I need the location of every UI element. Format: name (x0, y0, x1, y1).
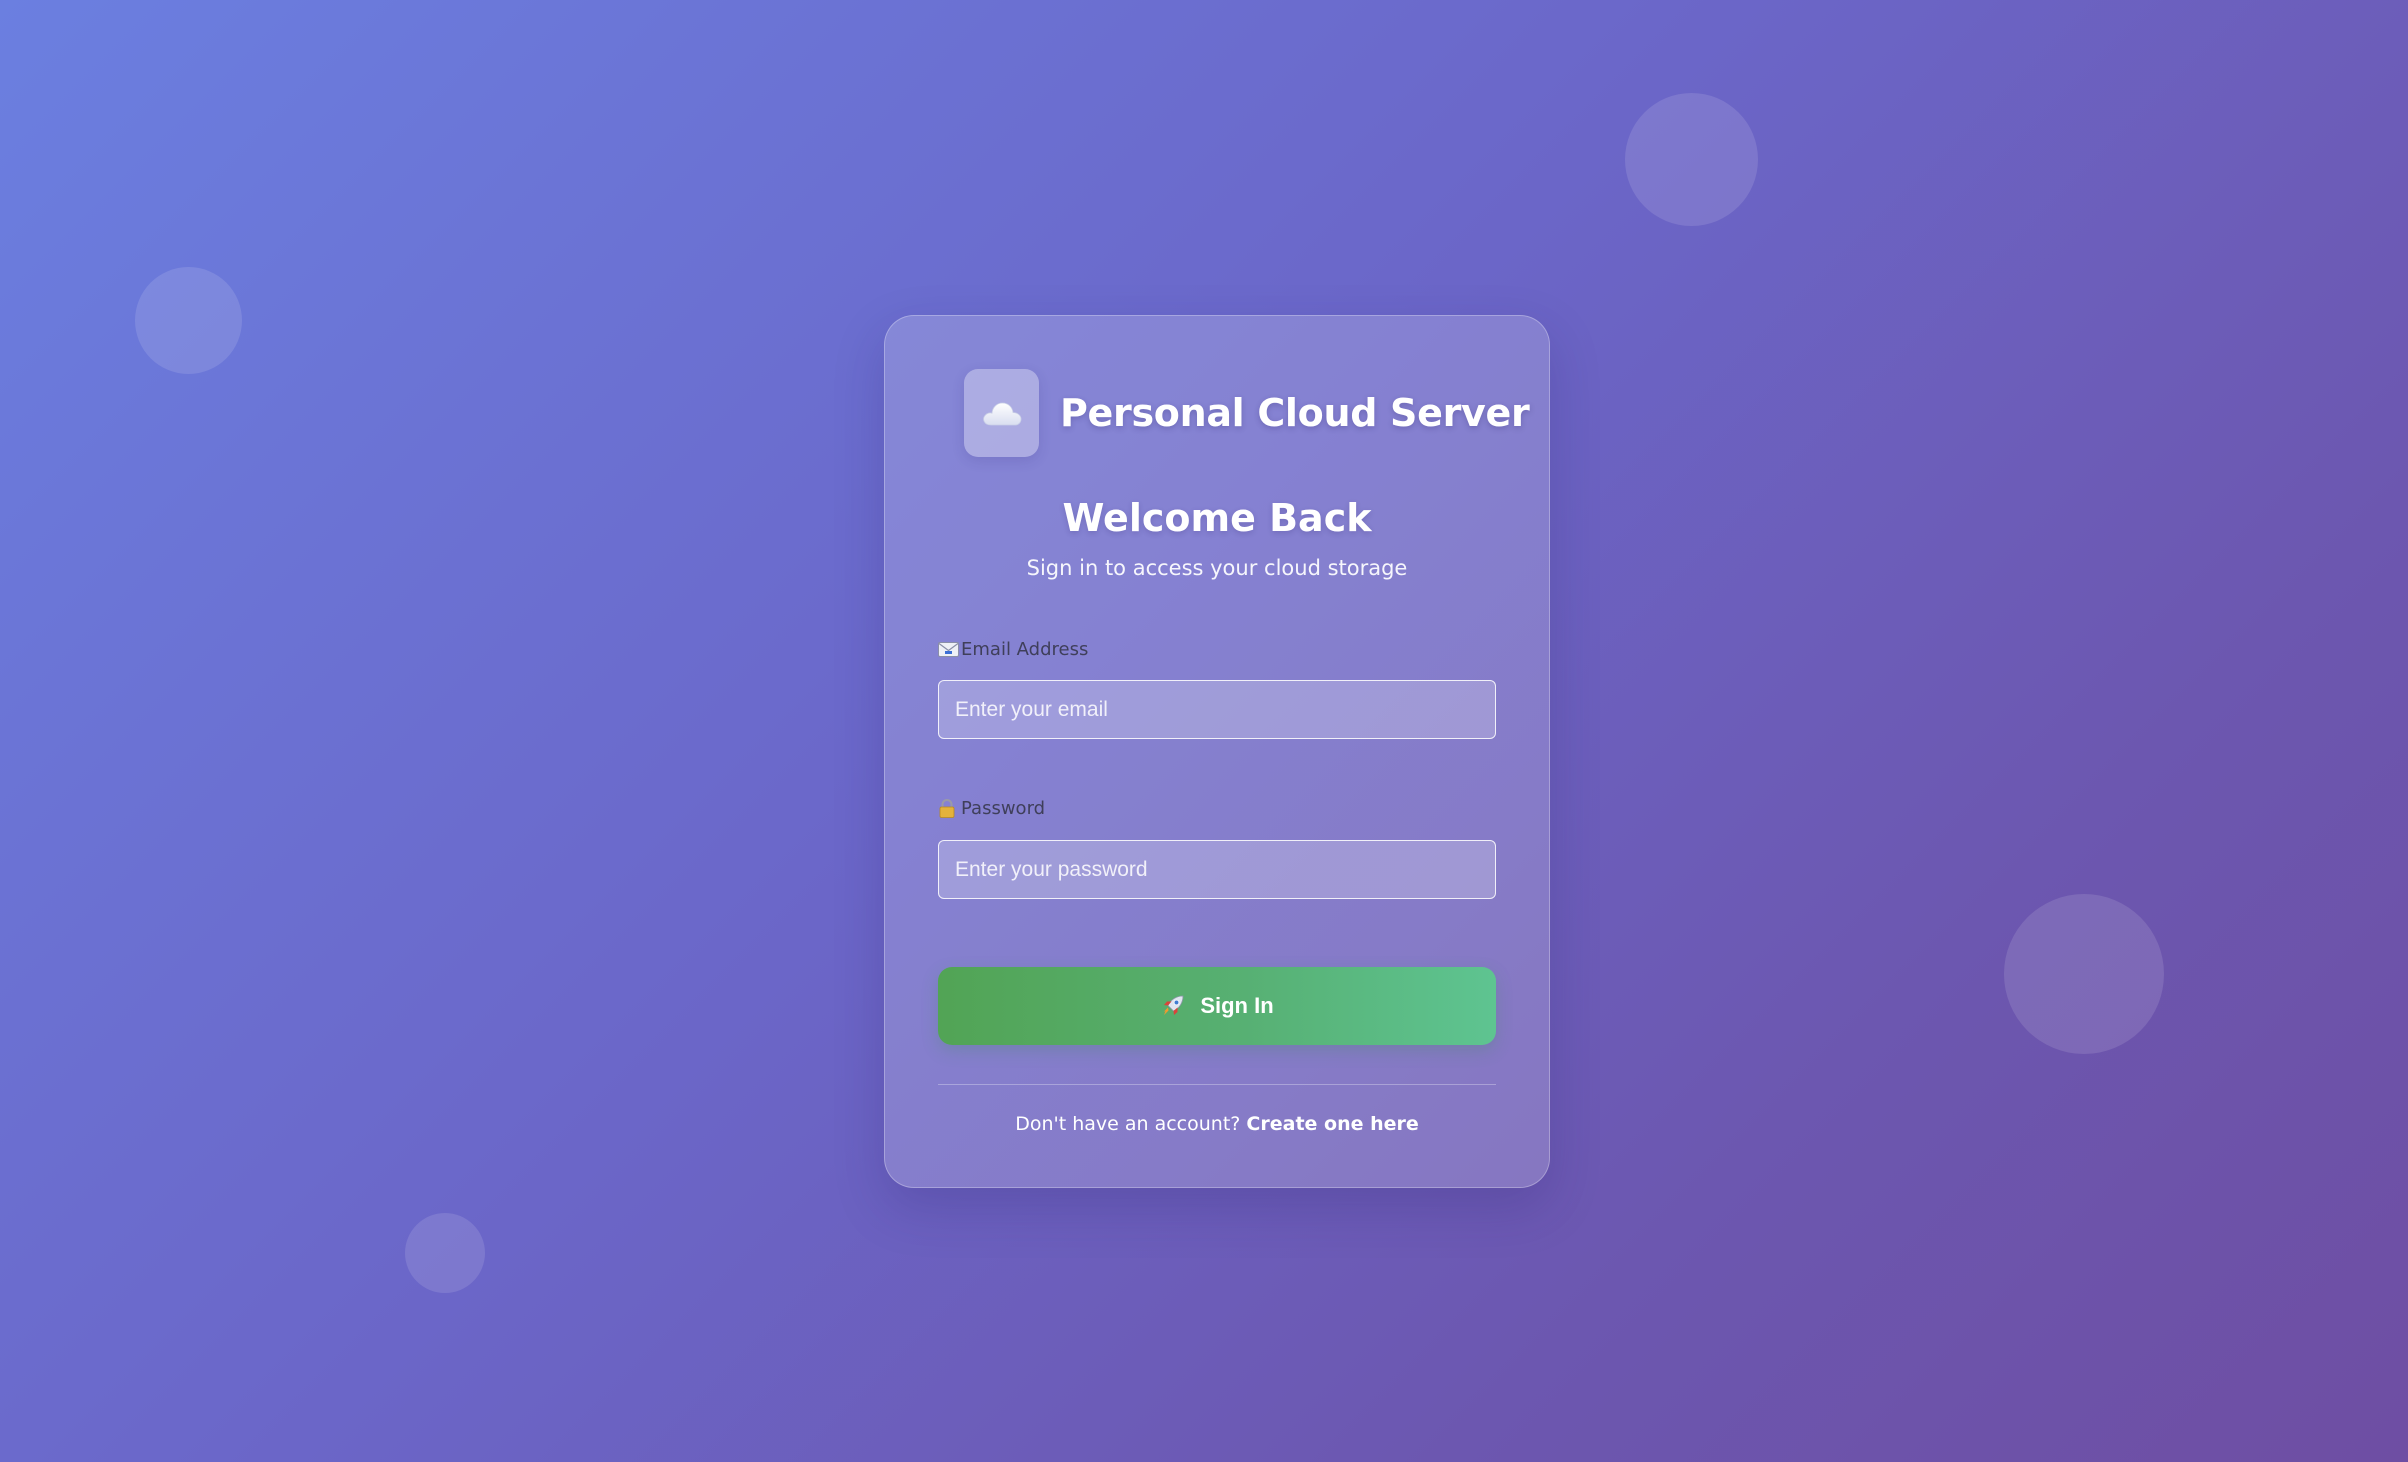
brand-logo (964, 369, 1039, 457)
password-label: Password (938, 798, 1045, 819)
login-card: Personal Cloud Server Welcome Back Sign … (884, 315, 1550, 1188)
lock-icon (938, 799, 961, 818)
sign-in-label: Sign In (1200, 993, 1274, 1018)
password-label-text: Password (961, 798, 1046, 819)
signup-prompt-text: Don't have an account? (1015, 1113, 1241, 1135)
email-icon (938, 641, 961, 659)
create-account-link[interactable]: Create one here (1246, 1113, 1418, 1135)
app-title: Personal Cloud Server (1060, 391, 1530, 435)
password-field[interactable] (938, 840, 1496, 899)
email-label: Email Address (938, 639, 1088, 660)
decorative-bubble (135, 267, 242, 374)
decorative-bubble (405, 1213, 485, 1293)
email-label-text: Email Address (961, 639, 1089, 660)
brand-header: Personal Cloud Server (964, 369, 1530, 457)
page-subtitle: Sign in to access your cloud storage (1026, 556, 1408, 580)
decorative-bubble (2004, 894, 2164, 1054)
decorative-bubble (1625, 93, 1758, 226)
cloud-icon (982, 402, 1021, 426)
rocket-icon (1163, 995, 1184, 1015)
page-title: Welcome Back (1062, 496, 1372, 540)
sign-in-button[interactable]: Sign In (938, 967, 1496, 1045)
signup-prompt: Don't have an account? Create one here (885, 1113, 1549, 1135)
divider (938, 1084, 1496, 1085)
email-field[interactable] (938, 680, 1496, 739)
